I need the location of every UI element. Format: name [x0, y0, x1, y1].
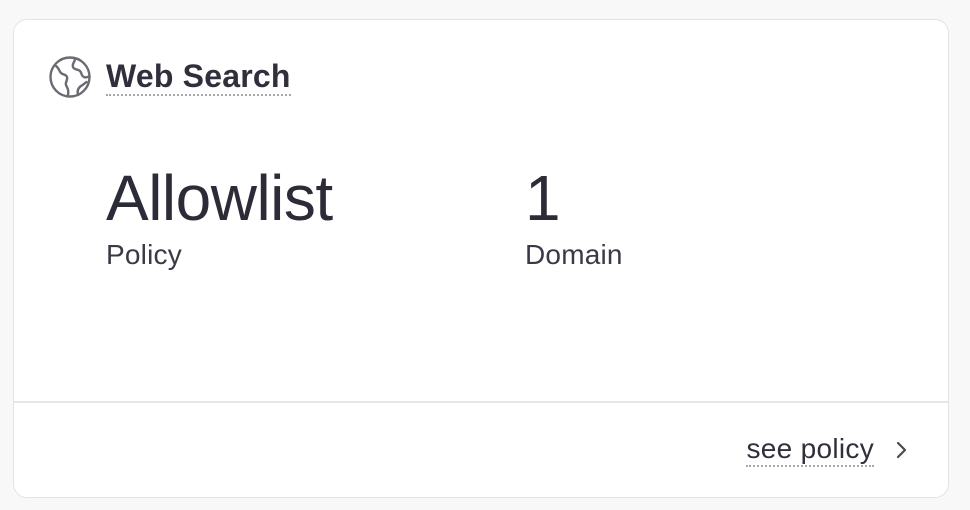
card-header: Web Search — [48, 55, 291, 99]
policy-label: Policy — [106, 239, 182, 270]
domain-count-label: Domain — [525, 239, 623, 270]
web-search-card: Web Search Allowlist Policy 1 Domain see… — [13, 19, 949, 498]
card-title[interactable]: Web Search — [106, 58, 291, 96]
see-policy-link[interactable]: see policy — [746, 433, 912, 467]
stat-policy: Allowlist Policy — [106, 160, 333, 272]
domain-count-value: 1 — [525, 162, 561, 234]
globe-icon — [48, 55, 92, 99]
card-divider — [14, 401, 948, 403]
chevron-right-icon — [892, 440, 912, 460]
policy-value: Allowlist — [106, 162, 333, 234]
stat-domains: 1 Domain — [525, 160, 623, 272]
see-policy-label: see policy — [746, 433, 874, 467]
